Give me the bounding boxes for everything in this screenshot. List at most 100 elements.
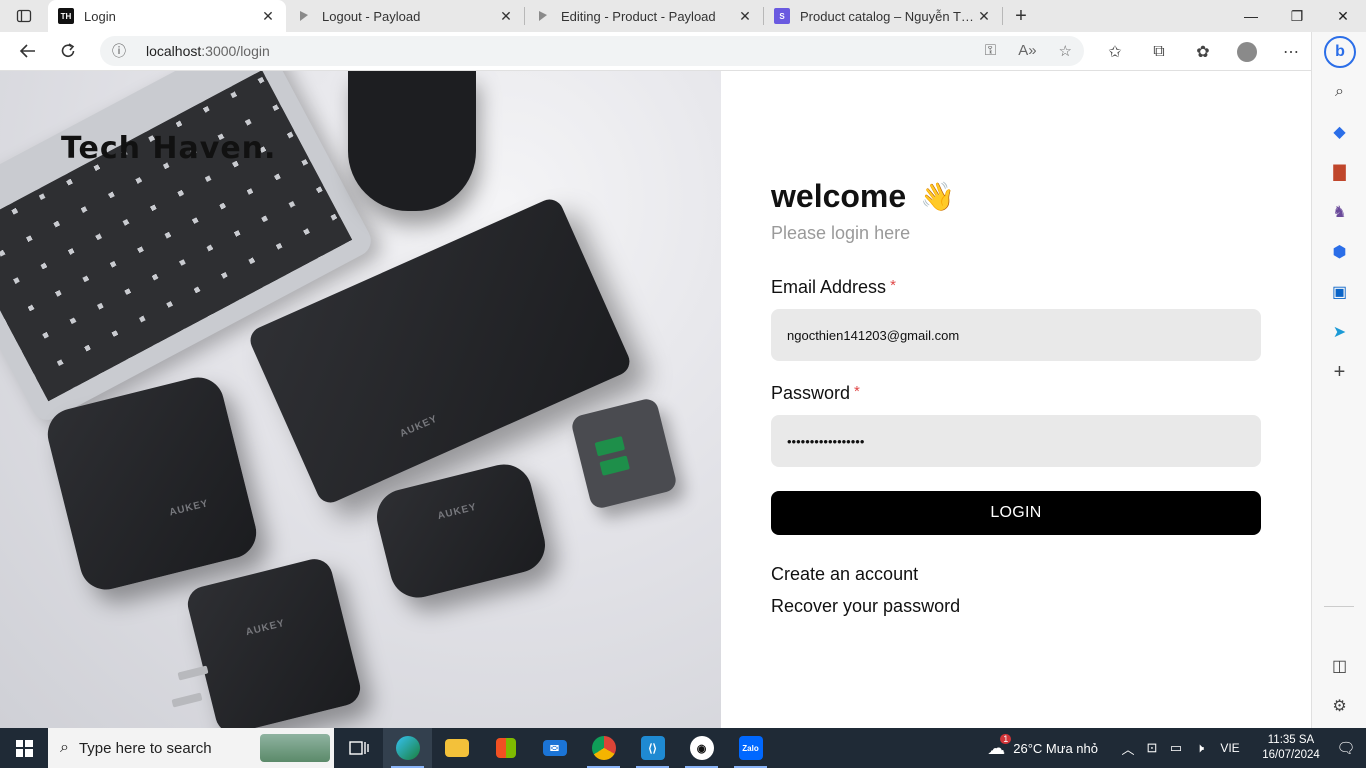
language-indicator[interactable]: VIE: [1212, 741, 1248, 755]
favorites-icon[interactable]: ✩: [1096, 34, 1134, 70]
close-tab-icon[interactable]: ✕: [737, 8, 753, 25]
edge-taskbar-app[interactable]: [383, 728, 432, 768]
profile-button[interactable]: [1228, 34, 1266, 70]
tab-logout-payload[interactable]: Logout - Payload ✕: [286, 0, 524, 32]
bing-copilot-icon[interactable]: b: [1324, 36, 1356, 68]
read-aloud-icon[interactable]: A»: [1018, 42, 1036, 60]
favorite-star-icon[interactable]: ☆: [1059, 42, 1072, 60]
search-icon[interactable]: ⌕: [1312, 72, 1366, 112]
store-taskbar-app[interactable]: [481, 728, 530, 768]
login-form: welcome 👋 Please login here Email Addres…: [721, 71, 1311, 728]
weather-rain-icon: ☁ 1: [987, 733, 1012, 759]
add-sidebar-app-icon[interactable]: +: [1312, 352, 1366, 392]
search-placeholder: Type here to search: [78, 739, 212, 757]
clock-date: 16/07/2024: [1262, 749, 1320, 761]
avatar: [1237, 41, 1257, 62]
vscode-taskbar-app[interactable]: ⟨⟩: [628, 728, 677, 768]
create-account-link[interactable]: Create an account: [771, 564, 918, 585]
weather-badge: 1: [1000, 733, 1012, 744]
back-button[interactable]: [8, 33, 48, 69]
notifications-button[interactable]: 🗨: [1326, 728, 1366, 768]
email-label-text: Email Address: [771, 277, 887, 297]
send-icon[interactable]: ➤: [1312, 312, 1366, 352]
search-icon: ⌕: [60, 739, 69, 756]
github-icon: ◉: [689, 736, 714, 760]
zalo-taskbar-app[interactable]: Zalo: [726, 728, 775, 768]
battery-icon[interactable]: ▭: [1164, 740, 1188, 756]
usb-charger-image: [569, 396, 679, 511]
new-tab-button[interactable]: +: [1003, 0, 1039, 32]
brand-logo[interactable]: Tech Haven.: [61, 131, 276, 166]
login-button[interactable]: LOGIN: [771, 491, 1261, 535]
shopping-tag-icon[interactable]: ◆: [1312, 112, 1366, 152]
tab-title: Editing - Product - Payload: [561, 8, 716, 24]
tab-actions-button[interactable]: [0, 0, 48, 32]
password-label: Password *: [771, 383, 860, 404]
close-tab-icon[interactable]: ✕: [976, 8, 992, 25]
tab-title: Logout - Payload: [322, 8, 421, 24]
vscode-icon: ⟨⟩: [640, 736, 665, 760]
chrome-taskbar-app[interactable]: [579, 728, 628, 768]
weather-text: 26°C Mưa nhỏ: [1013, 740, 1098, 756]
github-taskbar-app[interactable]: ◉: [677, 728, 726, 768]
url-host: localhost: [146, 43, 202, 59]
welcome-text: welcome: [771, 178, 907, 214]
start-button[interactable]: [0, 728, 48, 768]
required-asterisk: *: [854, 383, 860, 400]
folder-icon: [444, 739, 469, 757]
taskbar-search[interactable]: ⌕ Type here to search: [48, 728, 334, 768]
refresh-button[interactable]: [48, 33, 88, 69]
games-icon[interactable]: ♞: [1312, 192, 1366, 232]
close-tab-icon[interactable]: ✕: [260, 8, 276, 25]
navigation-bar: ⓘ localhost:3000/login ⚿ A» ☆ ✩ ⧉ ✿ ⋯: [0, 32, 1366, 71]
outlook-icon[interactable]: ▣: [1312, 272, 1366, 312]
stripe-favicon-icon: S: [774, 8, 790, 24]
close-window-icon[interactable]: ✕: [1320, 0, 1366, 32]
tools-briefcase-icon[interactable]: ▇: [1312, 152, 1366, 192]
tab-login[interactable]: TH Login ✕: [48, 0, 286, 32]
restore-icon[interactable]: ❐: [1274, 0, 1320, 32]
camera-icon[interactable]: ⊡: [1140, 740, 1164, 756]
tab-title: Login: [84, 8, 116, 24]
close-tab-icon[interactable]: ✕: [498, 8, 514, 25]
email-field[interactable]: [771, 309, 1261, 361]
tab-editing-product[interactable]: Editing - Product - Payload ✕: [525, 0, 763, 32]
password-field[interactable]: [771, 415, 1261, 467]
recover-password-link[interactable]: Recover your password: [771, 596, 960, 617]
hide-sidebar-icon[interactable]: ◫: [1312, 646, 1366, 686]
more-menu-icon[interactable]: ⋯: [1272, 34, 1310, 70]
earbuds-case-image: AUKEY: [371, 458, 551, 604]
login-page: AUKEY AUKEY AUKEY AUKEY Tech Haven. welc…: [0, 71, 1311, 728]
key-icon[interactable]: ⚿: [985, 42, 996, 60]
extensions-icon[interactable]: ✿: [1184, 34, 1222, 70]
volume-muted-icon[interactable]: 🕨: [1188, 740, 1212, 756]
url-text: localhost:3000/login: [146, 43, 270, 59]
task-view-button[interactable]: [334, 728, 383, 768]
required-asterisk: *: [890, 277, 896, 294]
waving-hand-icon: 👋: [920, 181, 956, 212]
mail-taskbar-app[interactable]: ✉: [530, 728, 579, 768]
browser-tab-bar: TH Login ✕ Logout - Payload ✕ Editing - …: [0, 0, 1366, 32]
address-bar[interactable]: ⓘ localhost:3000/login ⚿ A» ☆: [100, 36, 1084, 66]
zalo-icon: Zalo: [738, 736, 763, 760]
notification-icon: 🗨: [1336, 740, 1356, 757]
weather-widget[interactable]: ☁ 1 26°C Mưa nhỏ: [987, 733, 1098, 759]
refresh-icon: [61, 43, 75, 57]
tab-product-catalog[interactable]: S Product catalog – Nguyễn Thiện ✕: [764, 0, 1002, 32]
minimize-icon[interactable]: —: [1228, 0, 1274, 32]
windows-logo-icon: [15, 739, 33, 757]
site-info-icon[interactable]: ⓘ: [112, 41, 132, 61]
clock-time: 11:35 SA: [1267, 734, 1315, 746]
toolbar-right: ✩ ⧉ ✿ ⋯: [1096, 32, 1310, 71]
file-explorer-taskbar-app[interactable]: [432, 728, 481, 768]
system-tray: ☁ 1 26°C Mưa nhỏ ︿ ⊡ ▭ 🕨 VIE 11:35 SA 16/…: [987, 728, 1366, 768]
task-view-icon: [348, 741, 369, 755]
clock[interactable]: 11:35 SA 16/07/2024: [1256, 733, 1326, 763]
url-path: :3000/login: [201, 43, 270, 59]
window-controls: — ❐ ✕: [1228, 0, 1366, 32]
microsoft-365-icon[interactable]: ⬢: [1312, 232, 1366, 272]
settings-gear-icon[interactable]: ⚙: [1312, 686, 1366, 726]
show-hidden-icons-icon[interactable]: ︿: [1116, 739, 1140, 758]
collections-icon[interactable]: ⧉: [1140, 34, 1178, 70]
edge-sidebar: b ⌕ ◆ ▇ ♞ ⬢ ▣ ➤ + ◫ ⚙: [1311, 32, 1366, 728]
